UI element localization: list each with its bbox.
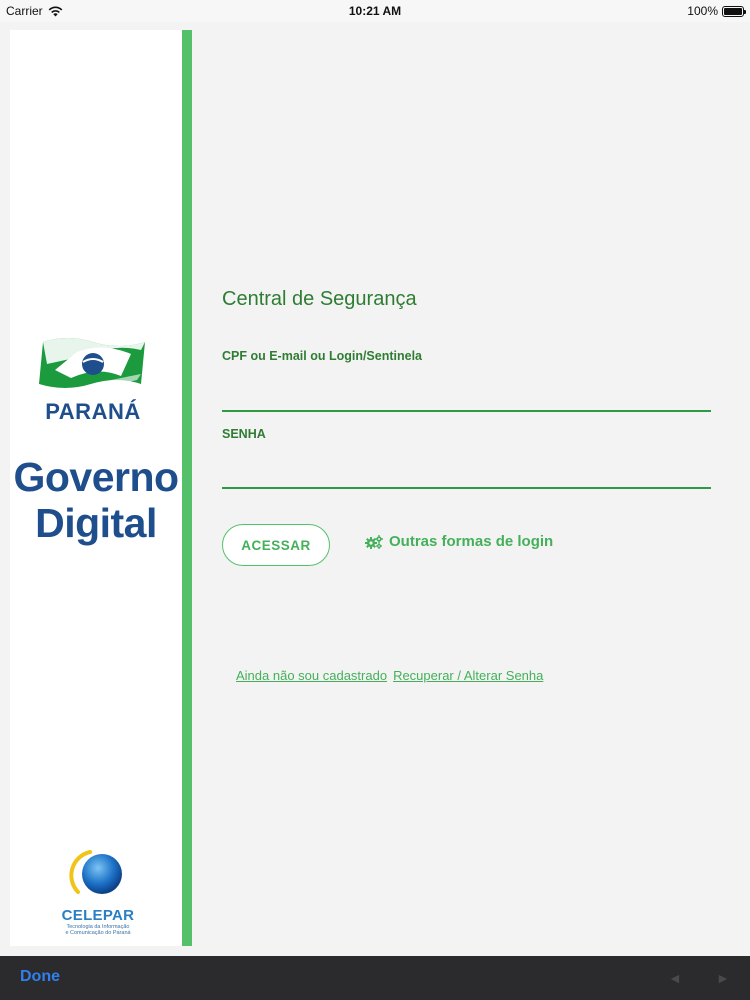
- battery-fill: [724, 7, 742, 15]
- company-name: CELEPAR: [61, 907, 135, 924]
- content-area: PARANÁ Governo Digital CELEPAR Tecnologi…: [0, 22, 750, 956]
- status-bar: Carrier 10:21 AM 100%: [0, 0, 750, 22]
- password-input[interactable]: [222, 461, 711, 489]
- state-name: PARANÁ: [45, 399, 141, 424]
- acessar-button[interactable]: ACESSAR: [222, 524, 330, 566]
- forward-arrow-icon[interactable]: ►: [716, 970, 730, 986]
- celepar-logo-icon: [69, 850, 122, 894]
- parana-flag-icon: [39, 338, 145, 393]
- company-subtitle-2: e Comunicação do Paraná: [65, 930, 131, 936]
- gears-icon: [365, 534, 383, 549]
- bottom-toolbar: Done ◄ ►: [0, 956, 750, 1000]
- gov-digital-title: Governo Digital: [0, 454, 192, 546]
- back-arrow-icon[interactable]: ◄: [668, 970, 682, 986]
- battery-percent: 100%: [687, 4, 718, 18]
- battery-icon: [722, 5, 746, 17]
- recover-password-link[interactable]: Recuperar / Alterar Senha: [393, 668, 543, 683]
- username-input[interactable]: [222, 384, 711, 412]
- status-time: 10:21 AM: [348, 4, 402, 18]
- title-line-1: Governo: [13, 454, 179, 500]
- title-line-2: Digital: [35, 500, 157, 546]
- parana-logo: PARANÁ: [30, 334, 156, 425]
- username-label: CPF ou E-mail ou Login/Sentinela: [222, 349, 423, 363]
- account-links: Ainda não sou cadastrado Recuperar / Alt…: [236, 668, 543, 683]
- register-link[interactable]: Ainda não sou cadastrado: [236, 668, 387, 683]
- form-title: Central de Segurança: [222, 288, 417, 310]
- password-label: SENHA: [222, 427, 266, 441]
- battery-group: 100%: [687, 4, 746, 18]
- battery-cap: [744, 9, 746, 14]
- celepar-logo: CELEPAR Tecnologia da Informação e Comun…: [56, 846, 140, 936]
- other-login-label: Outras formas de login: [389, 533, 554, 550]
- other-login-link[interactable]: Outras formas de login: [365, 533, 553, 550]
- done-button[interactable]: Done: [20, 968, 60, 986]
